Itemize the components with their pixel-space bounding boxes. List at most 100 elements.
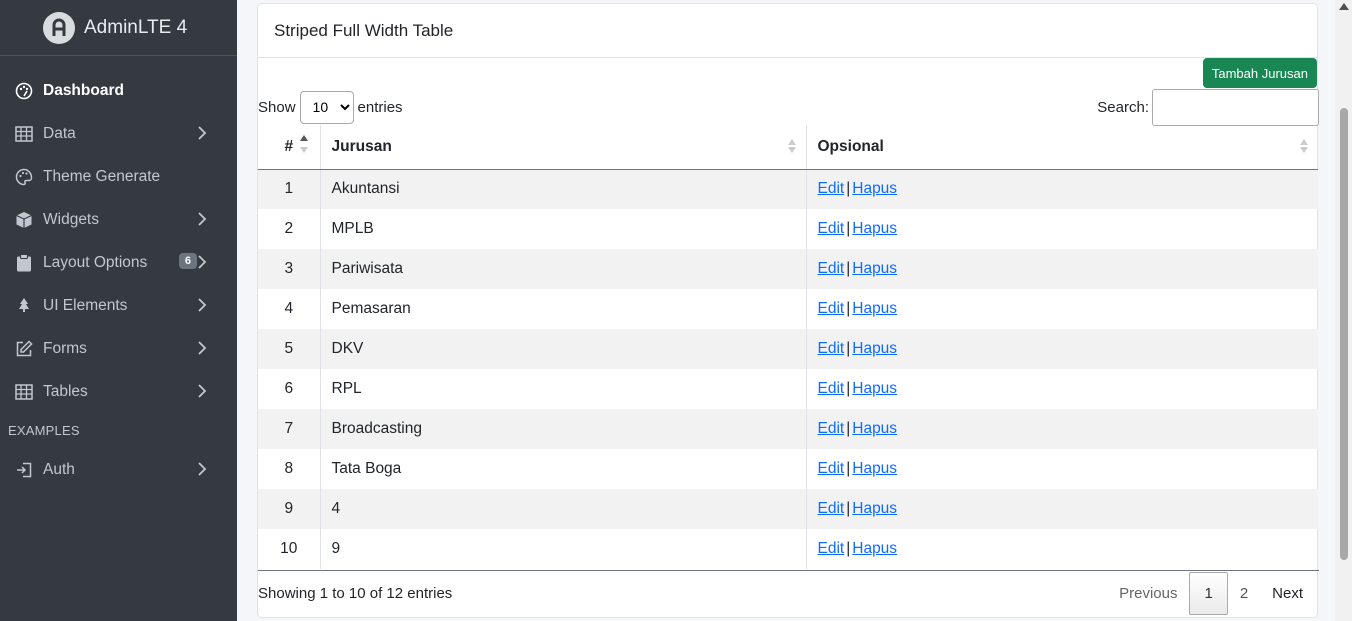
row-jurusan: 9 <box>319 529 806 569</box>
box-arrow-in-right-icon <box>15 461 33 479</box>
delete-link[interactable]: Hapus <box>852 220 897 237</box>
clipboard-icon <box>15 253 33 272</box>
chevron-right-icon <box>198 462 207 476</box>
row-actions: Edit | Hapus <box>805 369 1318 409</box>
separator: | <box>846 340 851 357</box>
chevron-right-icon <box>198 384 207 398</box>
row-jurusan: DKV <box>319 329 806 369</box>
delete-link[interactable]: Hapus <box>852 180 897 197</box>
separator: | <box>846 300 851 317</box>
edit-link[interactable]: Edit <box>818 540 845 557</box>
brand[interactable]: AdminLTE 4 <box>0 0 237 56</box>
show-label: Show <box>258 98 296 116</box>
separator: | <box>846 420 851 437</box>
previous-page-button[interactable]: Previous <box>1107 572 1189 615</box>
edit-link[interactable]: Edit <box>818 460 845 477</box>
delete-link[interactable]: Hapus <box>852 300 897 317</box>
sidebar-item-ui-elements[interactable]: UI Elements <box>0 284 237 327</box>
sidebar-item-label: Widgets <box>43 210 99 228</box>
column-label: # <box>284 137 294 155</box>
palette-icon <box>15 168 33 186</box>
table-card: Striped Full Width Table Tambah Jurusan … <box>257 3 1319 618</box>
delete-link[interactable]: Hapus <box>852 540 897 557</box>
sidebar-item-forms[interactable]: Forms <box>0 327 237 370</box>
card-header: Striped Full Width Table <box>258 4 1317 58</box>
row-number: 3 <box>258 249 320 289</box>
column-header-jurusan[interactable]: Jurusan <box>319 125 806 170</box>
page-2-button[interactable]: 2 <box>1228 572 1260 615</box>
edit-link[interactable]: Edit <box>818 420 845 437</box>
table-row: 7 Broadcasting Edit | Hapus <box>258 409 1318 449</box>
box-icon <box>15 211 33 229</box>
datatable-controls: Show 10 entries Search: <box>258 88 1319 126</box>
scroll-up-arrow-icon[interactable] <box>1339 3 1349 10</box>
row-actions: Edit | Hapus <box>805 329 1318 369</box>
row-actions: Edit | Hapus <box>805 409 1318 449</box>
row-jurusan: Tata Boga <box>319 449 806 489</box>
chevron-right-icon <box>198 212 207 226</box>
sidebar-item-widgets[interactable]: Widgets <box>0 198 237 241</box>
delete-link[interactable]: Hapus <box>852 500 897 517</box>
delete-link[interactable]: Hapus <box>852 380 897 397</box>
sidebar-nav: Dashboard Data Theme Generate Widgets La… <box>0 56 237 491</box>
sidebar-item-data[interactable]: Data <box>0 112 237 155</box>
column-header-number[interactable]: # <box>258 125 320 170</box>
brand-logo-icon <box>43 11 75 44</box>
delete-link[interactable]: Hapus <box>852 260 897 277</box>
card-title: Striped Full Width Table <box>274 20 454 40</box>
scrollbar-thumb[interactable] <box>1340 108 1348 560</box>
sidebar-item-auth[interactable]: Auth <box>0 448 237 491</box>
search-input[interactable] <box>1152 88 1319 126</box>
row-actions: Edit | Hapus <box>805 529 1318 569</box>
separator: | <box>846 220 851 237</box>
row-number: 10 <box>280 540 298 557</box>
separator: | <box>846 260 851 277</box>
chevron-right-icon <box>198 126 207 140</box>
datatable-footer: Showing 1 to 10 of 12 entries Previous 1… <box>258 570 1319 615</box>
table-row: 3 Pariwisata Edit | Hapus <box>258 249 1318 289</box>
entries-label: entries <box>357 98 403 116</box>
entries-select[interactable]: 10 <box>299 90 354 124</box>
column-label: Jurusan <box>331 137 392 155</box>
row-actions: Edit | Hapus <box>805 489 1318 529</box>
separator: | <box>846 540 851 557</box>
row-actions: Edit | Hapus <box>805 289 1318 329</box>
page-scrollbar[interactable] <box>1335 0 1352 621</box>
table-row: 2 MPLB Edit | Hapus <box>258 209 1318 249</box>
delete-link[interactable]: Hapus <box>852 420 897 437</box>
sidebar-item-tables[interactable]: Tables <box>0 370 237 413</box>
next-page-button[interactable]: Next <box>1260 572 1319 615</box>
jurusan-table: # Jurusan Opsional 1 Akuntansi Edit | Hapu… <box>258 125 1318 569</box>
delete-link[interactable]: Hapus <box>852 460 897 477</box>
row-number: 5 <box>258 329 320 369</box>
edit-link[interactable]: Edit <box>818 260 845 277</box>
sort-icon <box>1300 139 1308 153</box>
sidebar-item-theme-generate[interactable]: Theme Generate <box>0 155 237 198</box>
edit-link[interactable]: Edit <box>818 340 845 357</box>
page-1-button[interactable]: 1 <box>1189 571 1228 615</box>
row-actions: Edit | Hapus <box>805 209 1318 249</box>
palette-icon <box>15 82 33 100</box>
row-actions: Edit | Hapus <box>805 169 1318 209</box>
sidebar-item-layout-options[interactable]: Layout Options 6 <box>0 241 237 284</box>
column-header-opsional[interactable]: Opsional <box>805 125 1318 170</box>
show-entries: Show 10 entries <box>258 90 403 124</box>
table-row: 8 Tata Boga Edit | Hapus <box>258 449 1318 489</box>
edit-link[interactable]: Edit <box>818 500 845 517</box>
table-row: 1 Akuntansi Edit | Hapus <box>258 169 1318 209</box>
edit-link[interactable]: Edit <box>818 220 845 237</box>
table-row: 10 9 Edit | Hapus <box>258 529 1318 569</box>
sort-ascending-icon <box>299 135 308 153</box>
sidebar-item-dashboard[interactable]: Dashboard <box>0 69 237 112</box>
table-icon <box>15 125 33 143</box>
search-label: Search: <box>1097 98 1149 116</box>
delete-link[interactable]: Hapus <box>852 340 897 357</box>
edit-link[interactable]: Edit <box>818 300 845 317</box>
sidebar-item-label: Data <box>43 124 76 142</box>
edit-link[interactable]: Edit <box>818 180 845 197</box>
row-jurusan: Akuntansi <box>319 169 806 209</box>
sidebar: AdminLTE 4 Dashboard Data Theme Generate <box>0 0 237 621</box>
add-jurusan-button[interactable]: Tambah Jurusan <box>1202 58 1317 88</box>
pencil-square-icon <box>15 339 33 358</box>
edit-link[interactable]: Edit <box>818 380 845 397</box>
